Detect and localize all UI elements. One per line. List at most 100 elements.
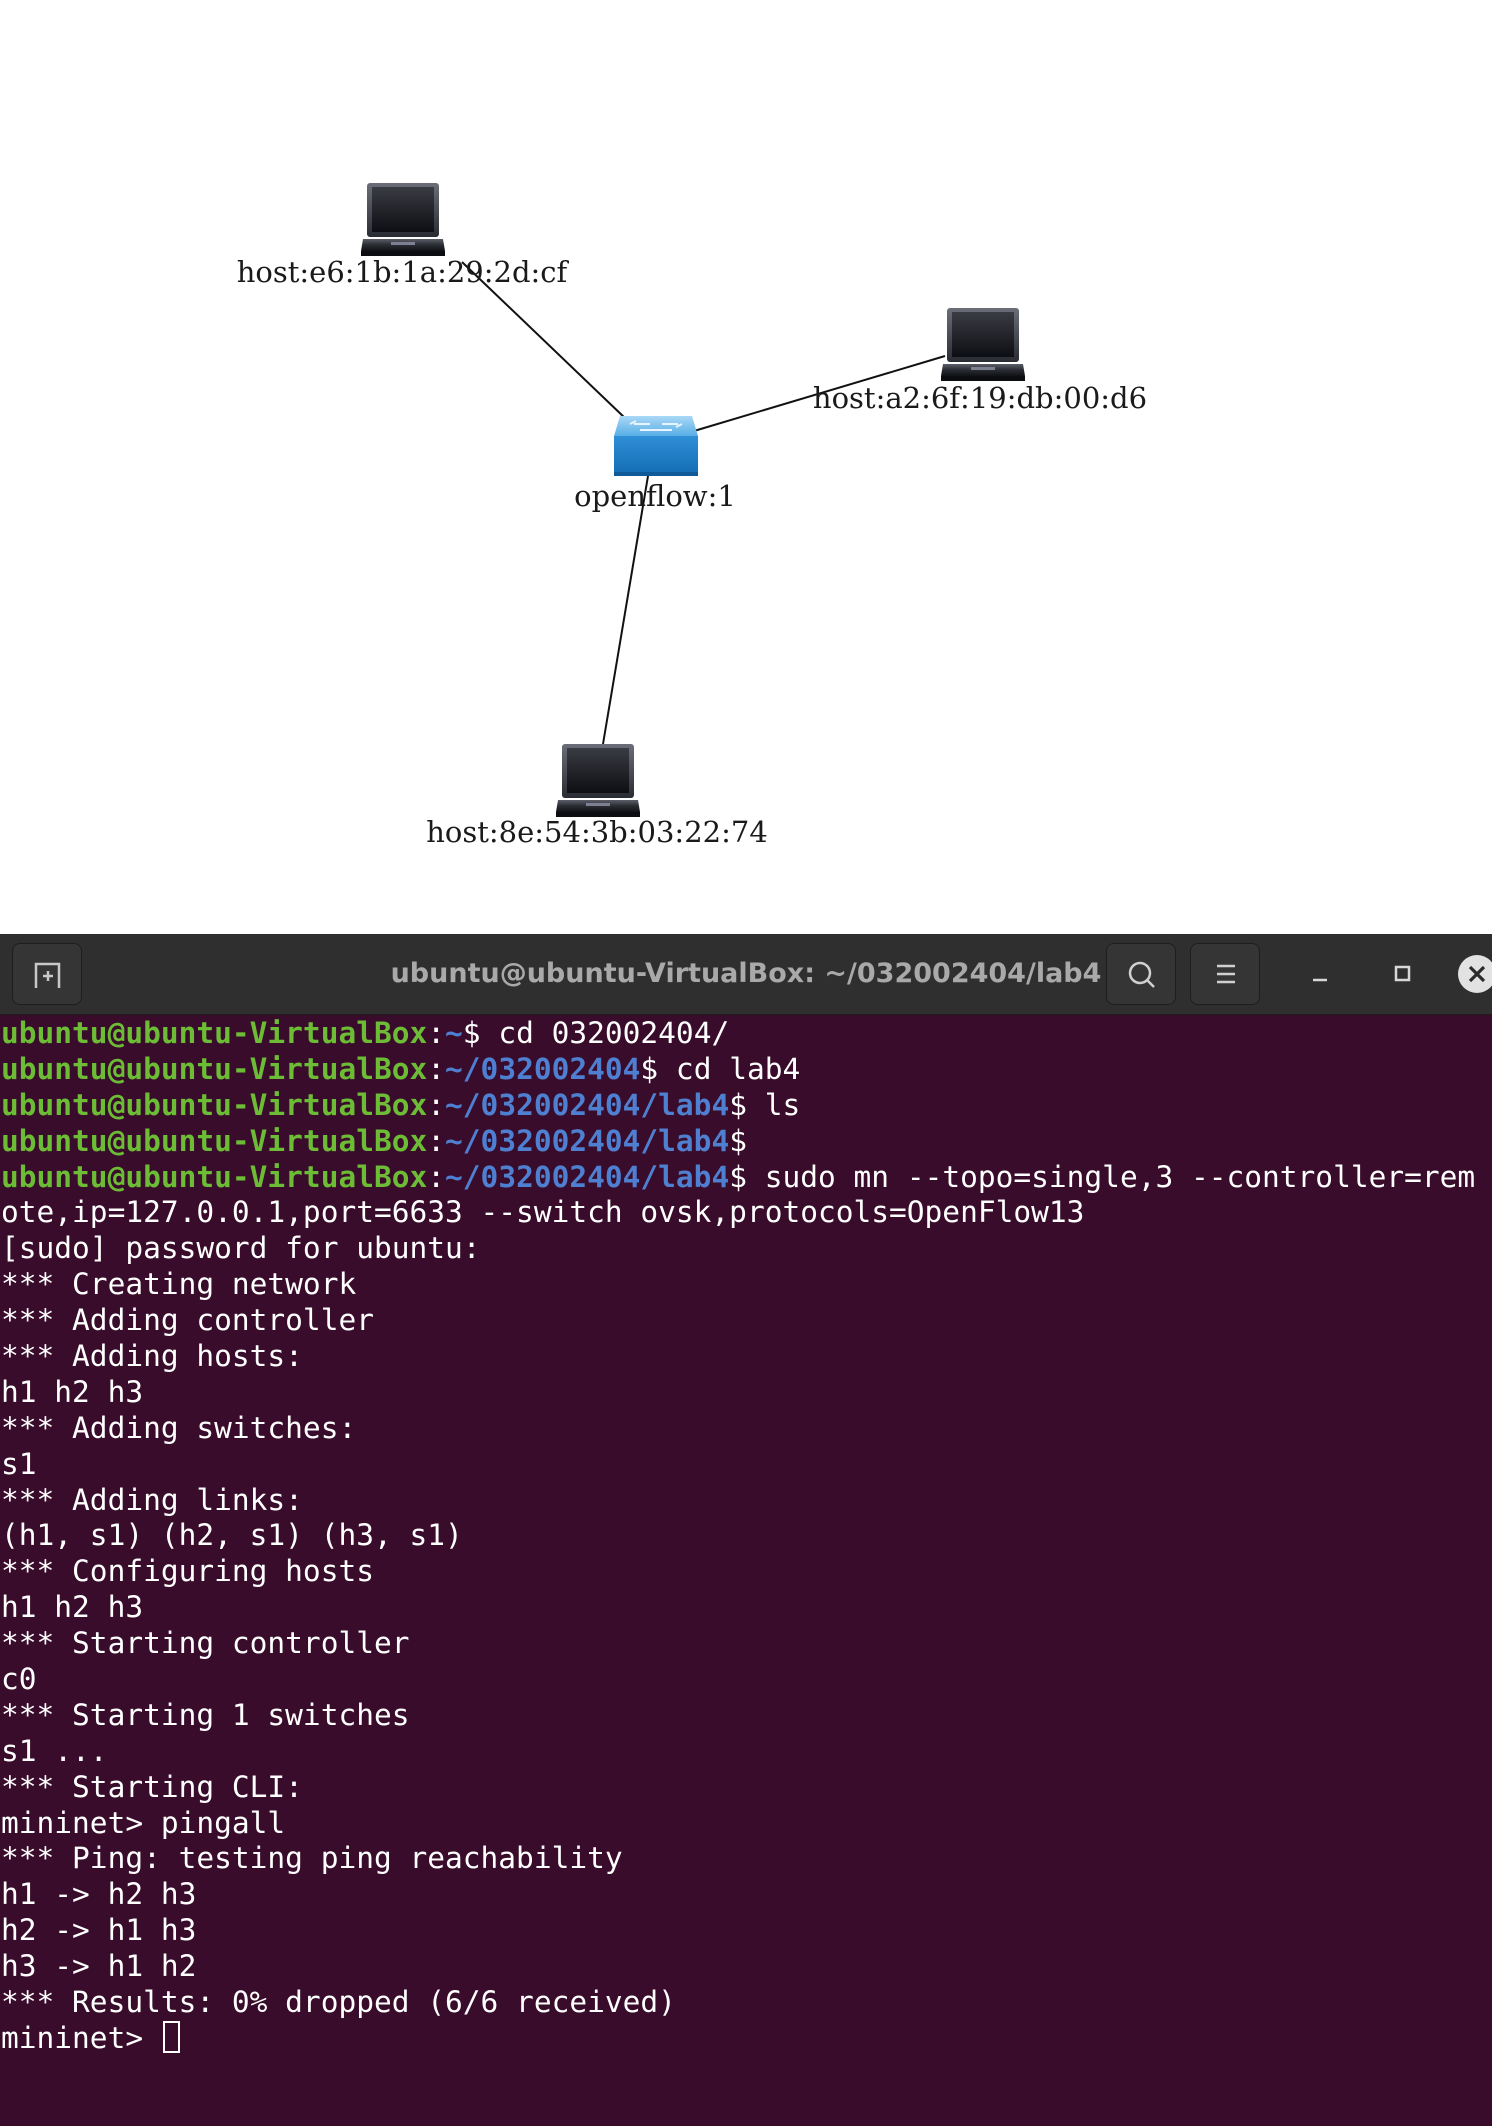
terminal-line: ubuntu@ubuntu-VirtualBox:~/032002404/lab…	[1, 1160, 1492, 1196]
topology-canvas: host:e6:1b:1a:29:2d:cf host:a2:6f:19:db:…	[237, 183, 1147, 849]
command-text: cd 032002404/	[480, 1016, 730, 1050]
new-tab-button[interactable]	[12, 943, 82, 1005]
terminal-line: ubuntu@ubuntu-VirtualBox:~/032002404$ cd…	[1, 1052, 1492, 1088]
output-text: *** Configuring hosts	[1, 1554, 374, 1589]
output-text: *** Starting CLI:	[1, 1769, 303, 1804]
terminal-line: ubuntu@ubuntu-VirtualBox:~$ cd 032002404…	[1, 1016, 1492, 1052]
host-label: host:8e:54:3b:03:22:74	[426, 815, 768, 849]
switch-label: openflow:1	[574, 479, 736, 513]
prompt-path: ~/032002404/lab4	[445, 1159, 730, 1194]
prompt-user: ubuntu@ubuntu-VirtualBox	[1, 1159, 428, 1194]
output-text: *** Adding links:	[1, 1482, 303, 1517]
topology-graph: host:e6:1b:1a:29:2d:cf host:a2:6f:19:db:…	[0, 0, 1492, 934]
terminal-line: *** Results: 0% dropped (6/6 received)	[1, 1985, 1492, 2021]
minimize-icon[interactable]	[1302, 956, 1338, 992]
terminal-line: c0	[1, 1662, 1492, 1698]
prompt-user: ubuntu@ubuntu-VirtualBox	[1, 1087, 428, 1122]
command-text: sudo mn --topo=single,3 --controller=rem	[746, 1159, 1476, 1194]
new-tab-icon	[34, 962, 61, 988]
output-text: c0	[1, 1662, 37, 1697]
terminal-window[interactable]: ubuntu@ubuntu-VirtualBox: ~/032002404/la…	[0, 934, 1492, 2126]
command-text: ls	[746, 1087, 801, 1122]
terminal-line: (h1, s1) (h2, s1) (h3, s1)	[1, 1518, 1492, 1554]
output-text: h1 h2 h3	[1, 1590, 144, 1625]
laptop-icon	[361, 183, 445, 256]
terminal-line: *** Starting CLI:	[1, 1770, 1492, 1806]
host-node-2[interactable]: host:a2:6f:19:db:00:d6	[813, 308, 1147, 415]
terminal-line: h2 -> h1 h3	[1, 1913, 1492, 1949]
search-button[interactable]	[1106, 943, 1176, 1005]
cli-prompt: mininet>	[1, 2020, 161, 2055]
prompt-user: ubuntu@ubuntu-VirtualBox	[1, 1123, 428, 1158]
output-text: h3 -> h1 h2	[1, 1949, 197, 1984]
output-text: *** Adding hosts:	[1, 1339, 303, 1374]
terminal-line: h1 h2 h3	[1, 1375, 1492, 1411]
output-text: *** Creating network	[1, 1267, 357, 1302]
terminal-line: *** Adding links:	[1, 1483, 1492, 1519]
output-text: *** Results: 0% dropped (6/6 received)	[1, 1985, 676, 2020]
terminal-line: h1 -> h2 h3	[1, 1877, 1492, 1913]
output-text: ote,ip=127.0.0.1,port=6633 --switch ovsk…	[1, 1195, 1085, 1230]
terminal-line: ubuntu@ubuntu-VirtualBox:~/032002404/lab…	[1, 1124, 1492, 1160]
terminal-line: *** Starting controller	[1, 1626, 1492, 1662]
prompt-user: ubuntu@ubuntu-VirtualBox	[1, 1051, 428, 1086]
prompt-symbol: $	[729, 1123, 747, 1158]
prompt-symbol: $	[729, 1159, 747, 1194]
maximize-icon[interactable]	[1384, 956, 1420, 992]
terminal-line: *** Adding controller	[1, 1303, 1492, 1339]
switch-node[interactable]: openflow:1	[574, 416, 736, 513]
terminal-line: ote,ip=127.0.0.1,port=6633 --switch ovsk…	[1, 1195, 1492, 1231]
terminal-line: [sudo] password for ubuntu:	[1, 1231, 1492, 1267]
prompt-separator: :	[427, 1123, 446, 1158]
terminal-titlebar[interactable]: ubuntu@ubuntu-VirtualBox: ~/032002404/la…	[0, 934, 1492, 1015]
host-label: host:e6:1b:1a:29:2d:cf	[237, 255, 570, 289]
output-text: *** Adding controller	[1, 1303, 374, 1338]
output-text: *** Starting 1 switches	[1, 1697, 410, 1732]
prompt-separator: :	[427, 1159, 446, 1194]
output-text: *** Ping: testing ping reachability	[1, 1841, 623, 1876]
host-node-3[interactable]: host:8e:54:3b:03:22:74	[426, 744, 768, 849]
output-text: h1 -> h2 h3	[1, 1877, 197, 1912]
output-text: h1 h2 h3	[1, 1374, 144, 1409]
output-text: [sudo] password for ubuntu:	[1, 1231, 481, 1266]
prompt-symbol: $	[640, 1051, 659, 1086]
close-button[interactable]	[1458, 955, 1492, 993]
terminal-line: *** Adding hosts:	[1, 1339, 1492, 1375]
terminal-line: h3 -> h1 h2	[1, 1949, 1492, 1985]
prompt-symbol: $	[462, 1016, 481, 1050]
output-text: mininet> pingall	[1, 1805, 286, 1840]
output-text: *** Starting controller	[1, 1626, 410, 1661]
prompt-path: ~/032002404/lab4	[445, 1087, 730, 1122]
close-icon	[1468, 965, 1486, 983]
terminal-line: mininet>	[1, 2020, 1492, 2057]
prompt-separator: :	[427, 1016, 446, 1050]
search-icon	[1128, 961, 1155, 988]
prompt-separator: :	[427, 1051, 446, 1086]
terminal-line: s1 ...	[1, 1734, 1492, 1770]
command-text: cd lab4	[658, 1051, 801, 1086]
output-text: (h1, s1) (h2, s1) (h3, s1)	[1, 1518, 463, 1553]
output-text: *** Adding switches:	[1, 1410, 357, 1445]
host-node-1[interactable]: host:e6:1b:1a:29:2d:cf	[237, 183, 570, 289]
terminal-line: *** Adding switches:	[1, 1411, 1492, 1447]
output-text: s1	[1, 1446, 37, 1481]
prompt-separator: :	[427, 1087, 446, 1122]
terminal-line: *** Configuring hosts	[1, 1554, 1492, 1590]
terminal-line: h1 h2 h3	[1, 1590, 1492, 1626]
terminal-line: *** Creating network	[1, 1267, 1492, 1303]
prompt-user: ubuntu@ubuntu-VirtualBox	[1, 1016, 428, 1050]
laptop-icon	[941, 308, 1025, 381]
output-text: h2 -> h1 h3	[1, 1913, 197, 1948]
text-cursor	[162, 2020, 180, 2053]
link-switch-host3	[602, 475, 649, 745]
prompt-symbol: $	[729, 1087, 747, 1122]
menu-button[interactable]	[1190, 943, 1260, 1005]
host-label: host:a2:6f:19:db:00:d6	[813, 381, 1147, 415]
network-switch-icon	[614, 416, 698, 476]
output-text: s1 ...	[1, 1733, 108, 1768]
prompt-path: ~	[445, 1016, 463, 1050]
terminal-line: s1	[1, 1447, 1492, 1483]
terminal-output[interactable]: ubuntu@ubuntu-VirtualBox:~$ cd 032002404…	[0, 1016, 1492, 2126]
window-title: ubuntu@ubuntu-VirtualBox: ~/032002404/la…	[390, 958, 1102, 989]
hamburger-menu-icon	[1217, 964, 1235, 984]
